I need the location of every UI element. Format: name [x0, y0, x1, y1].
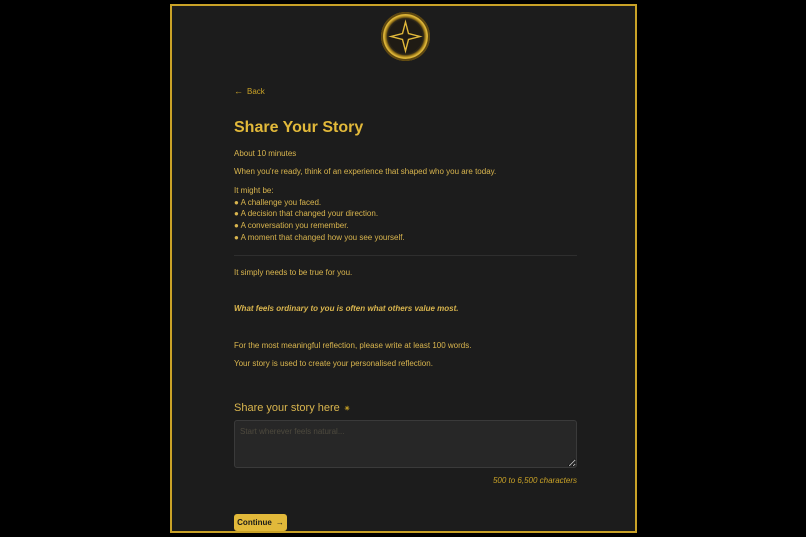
character-hint: 500 to 6,500 characters	[492, 476, 577, 485]
list-item: ● A conversation you remember.	[234, 221, 349, 231]
story-textarea[interactable]	[234, 420, 577, 468]
arrow-left-icon: ←	[234, 86, 243, 96]
back-link[interactable]: ← Back	[234, 86, 265, 96]
emphasis-quote: What feels ordinary to you is often what…	[234, 304, 459, 313]
back-label: Back	[247, 86, 265, 96]
continue-label: Continue	[237, 518, 272, 527]
arrow-right-icon: →	[275, 518, 284, 527]
sparkle-icon: ✷	[343, 403, 351, 413]
divider	[234, 255, 577, 256]
truth-note: It simply needs to be true for you.	[234, 268, 353, 277]
story-label: Share your story here ✷	[234, 402, 350, 414]
main-panel: ← Back Share Your Story About 10 minutes…	[170, 4, 637, 533]
usage-note: Your story is used to create your person…	[234, 359, 433, 368]
continue-button[interactable]: Continue →	[234, 514, 287, 531]
story-label-text: Share your story here	[234, 402, 340, 414]
list-item: ● A decision that changed your direction…	[234, 209, 379, 219]
list-item: ● A challenge you faced.	[234, 197, 322, 207]
list-item: ● A moment that changed how you see your…	[234, 232, 405, 242]
page-title: Share Your Story	[234, 119, 364, 136]
intro-text: When you're ready, think of an experienc…	[234, 167, 497, 176]
word-guidance: For the most meaningful reflection, plea…	[234, 341, 472, 350]
list-heading: It might be:	[234, 186, 274, 195]
compass-star-icon	[388, 19, 423, 54]
logo	[381, 12, 430, 61]
examples-list: It might be: ● A challenge you faced. ● …	[234, 185, 405, 244]
duration-text: About 10 minutes	[234, 149, 297, 158]
